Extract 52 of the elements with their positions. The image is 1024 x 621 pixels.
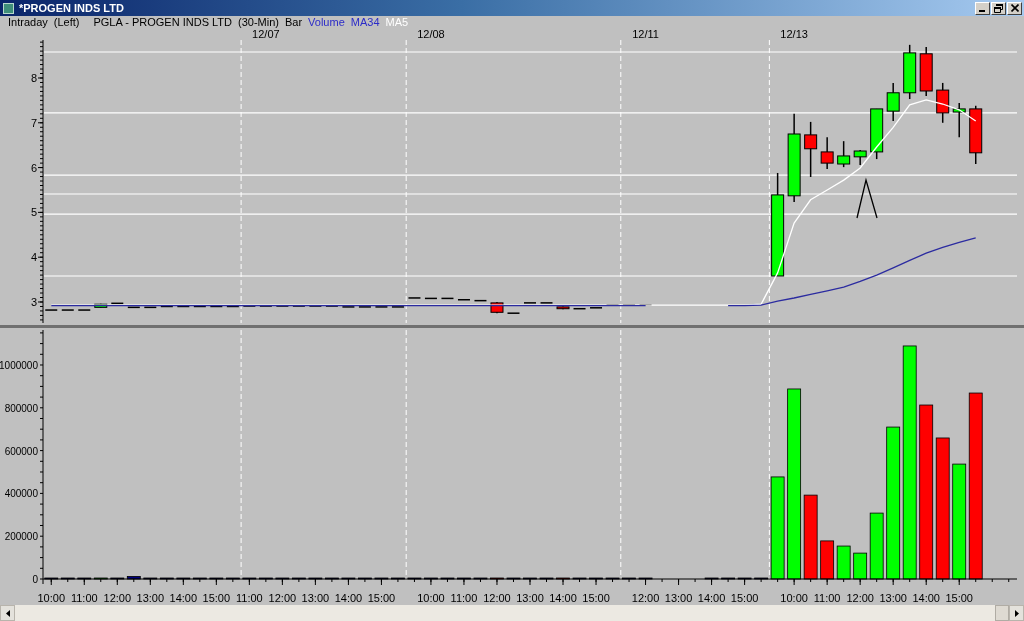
time-label: 10:00 [37,592,65,604]
time-label: 15:00 [367,592,396,604]
date-label: 12/08 [417,28,445,40]
time-label: 11:00 [813,592,841,604]
axis-label: 7 [30,116,37,129]
time-label: 15:00 [582,592,610,604]
date-label: 12/07 [252,28,280,40]
time-label: 13:00 [664,592,693,604]
axis-label: 1000000 [0,360,38,371]
indicator-label: Volume [308,16,345,28]
time-label: 15:00 [945,592,973,604]
axis-label: 6 [30,161,37,174]
window-title: *PROGEN INDS LTD [19,2,125,14]
axis-label: 800000 [4,402,38,414]
indicator-label: MA34 [350,16,380,28]
time-label: 15:00 [202,592,231,604]
time-label: 14:00 [169,592,198,604]
interval-label: (30-Min) [238,16,279,28]
axis-label: 5 [30,206,37,219]
axis-side: (Left) [53,16,80,28]
time-label: 15:00 [730,592,759,604]
time-label: 10:00 [780,592,808,604]
time-label: 12:00 [846,592,874,604]
time-label: 13:00 [516,592,544,604]
time-label: 14:00 [334,592,363,604]
date-label: 12/11 [632,28,659,40]
time-label: 11:00 [236,592,263,604]
axis-label: 600000 [4,445,38,457]
time-label: 12:00 [631,592,660,604]
time-label: 10:00 [417,592,445,604]
time-label: 11:00 [450,592,478,604]
time-label: 11:00 [70,592,98,604]
symbol-name: PGLA - PROGEN INDS LTD [93,16,232,28]
time-label: 12:00 [103,592,132,604]
axis-label: 4 [30,251,37,264]
time-label: 14:00 [549,592,577,604]
time-label: 13:00 [136,592,165,604]
time-label: 14:00 [697,592,726,604]
chart-mode: Intraday [8,16,48,28]
date-label: 12/13 [780,28,808,40]
axis-label: 400000 [4,488,38,500]
chart-style: Bar [284,16,303,28]
axis-label: 8 [30,72,37,84]
time-label: 14:00 [912,592,940,604]
time-label: 12:00 [483,592,511,604]
axis-label: 200000 [4,531,38,543]
axis-label: 0 [32,574,38,585]
indicator-label: MA5 [385,16,409,28]
time-label: 13:00 [879,592,907,604]
time-label: 13:00 [301,592,330,604]
axis-label: 3 [30,296,37,308]
time-label: 12:00 [268,592,297,604]
